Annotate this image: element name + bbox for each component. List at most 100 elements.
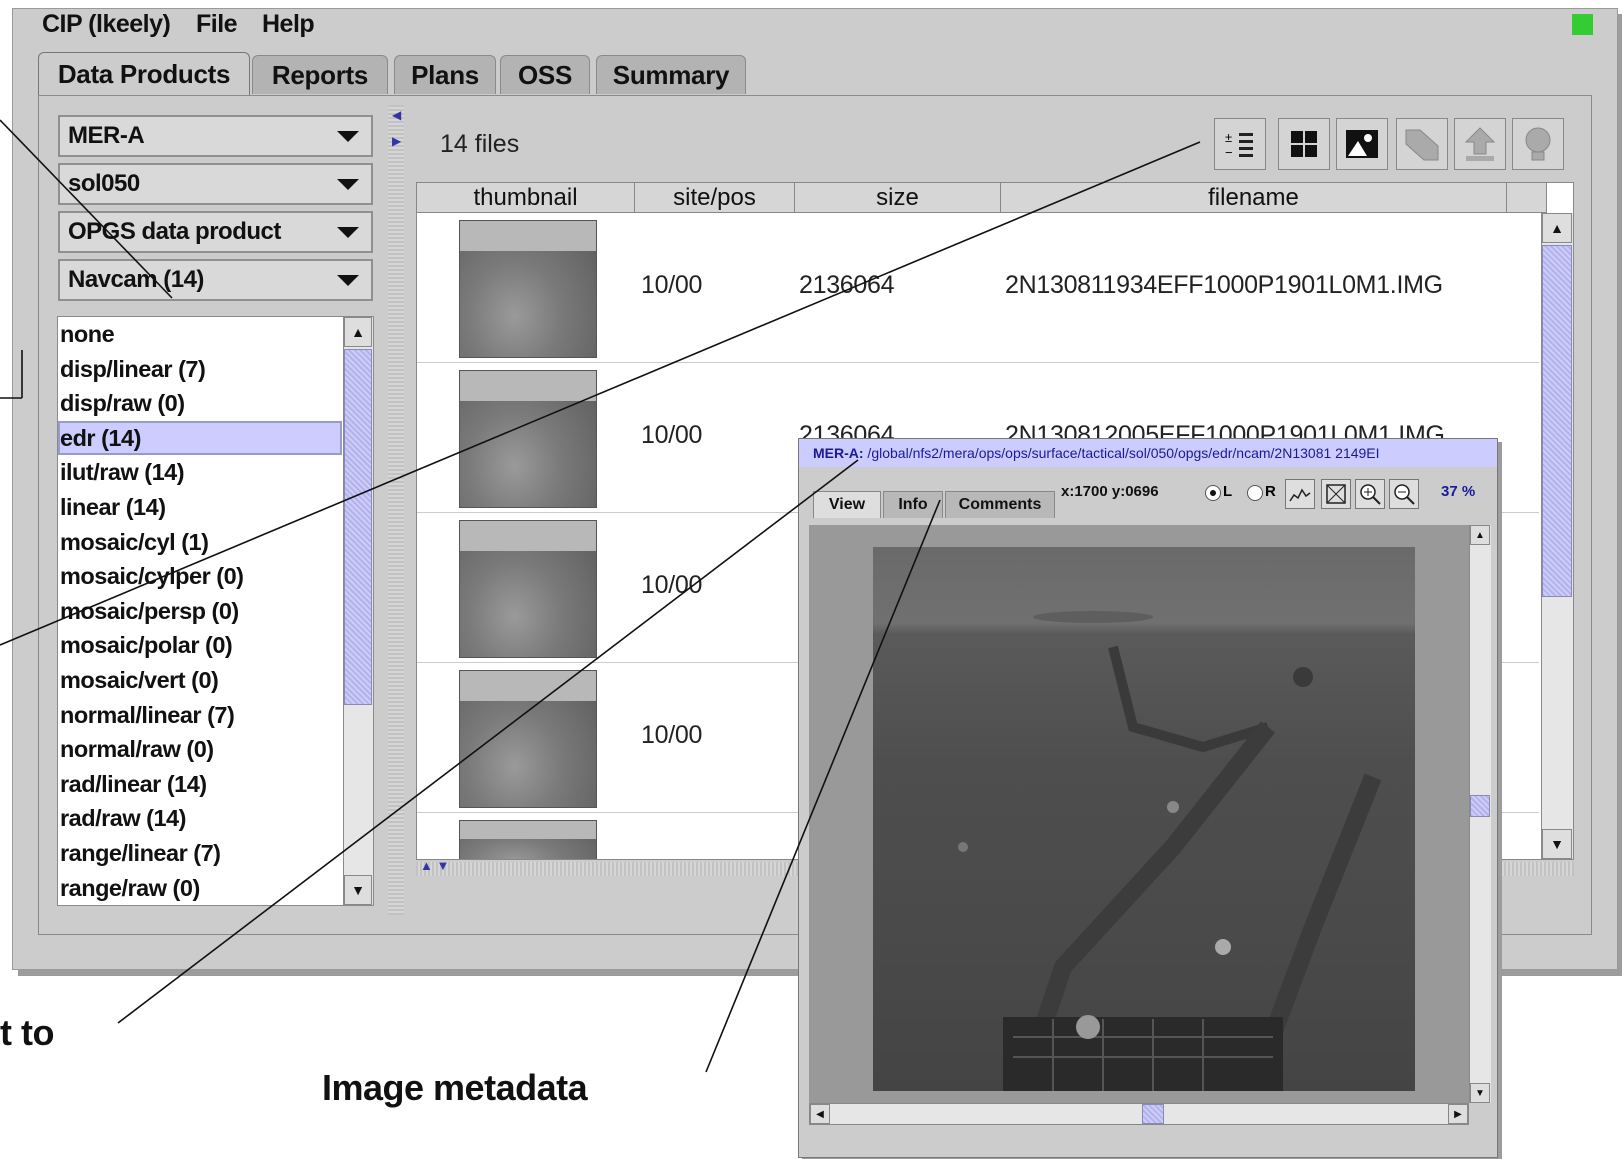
cell-site-pos: 10/00 [641,721,703,749]
zoom-level: 37 % [1441,483,1476,500]
sort-list-icon: ± − [1225,130,1253,159]
mission-select-value: MER-A [68,122,145,149]
tab-data-products[interactable]: Data Products [38,52,250,95]
cell-size: 2136064 [799,271,895,299]
viewer-tab-comments[interactable]: Comments [945,491,1055,518]
column-header-thumbnail[interactable]: thumbnail [417,183,635,213]
viewer-vscrollbar[interactable]: ▲ ▼ [1469,525,1491,1103]
eye-left-radio[interactable] [1205,485,1221,501]
tab-summary[interactable]: Summary [596,55,746,94]
list-item[interactable]: rad/linear (14) [58,767,342,802]
menu-file[interactable]: File [196,10,238,39]
upload-icon [1464,127,1496,161]
tab-reports[interactable]: Reports [252,55,388,94]
list-item[interactable]: disp/raw (0) [58,386,342,421]
column-header-filename[interactable]: filename [1001,183,1507,213]
splitter-arrows-icon[interactable]: ▲ ▼ [420,858,449,873]
scroll-down-icon[interactable]: ▼ [344,875,372,905]
list-item[interactable]: range/linear (7) [58,836,342,871]
instrument-select[interactable]: Navcam (14) [58,259,373,301]
svg-text:±: ± [1225,130,1232,145]
list-item[interactable]: rad/raw (14) [58,801,342,836]
zoom-in-icon [1360,484,1381,505]
list-item[interactable]: mosaic/persp (0) [58,594,342,629]
menu-app[interactable]: CIP (lkeely) [42,10,171,39]
mosaic-button[interactable] [1396,118,1448,170]
viewer-tab-view[interactable]: View [813,491,881,518]
cell-site-pos: 10/00 [641,571,703,599]
mosaic-icon [1405,129,1439,161]
upload-button[interactable] [1454,118,1506,170]
expand-right-icon[interactable]: ▶ [392,134,401,148]
list-item[interactable]: normal/linear (7) [58,698,342,733]
image-viewer-window: MER-A: /global/nfs2/mera/ops/ops/surface… [798,438,1498,1158]
scroll-down-icon[interactable]: ▼ [1470,1083,1490,1103]
file-table-scrollbar[interactable]: ▲ ▼ [1541,213,1573,859]
image-view-button[interactable] [1336,118,1388,170]
panel-splitter[interactable] [388,105,404,915]
list-item[interactable]: mosaic/cylper (0) [58,559,342,594]
tab-plans[interactable]: Plans [394,55,496,94]
list-item[interactable]: mosaic/cyl (1) [58,525,342,560]
histogram-button[interactable] [1285,479,1315,509]
scroll-thumb[interactable] [344,349,372,705]
list-item[interactable]: ilut/raw (14) [58,455,342,490]
tab-oss[interactable]: OSS [500,55,590,94]
scroll-up-icon[interactable]: ▲ [1470,525,1490,545]
scroll-up-icon[interactable]: ▲ [344,317,372,347]
viewer-path: /global/nfs2/mera/ops/ops/surface/tactic… [863,445,1380,461]
sol-select[interactable]: sol050 [58,163,373,205]
chevron-down-icon [337,131,359,142]
sort-list-button[interactable]: ± − [1214,118,1266,170]
thumbnail-image [459,670,597,808]
scroll-thumb[interactable] [1142,1104,1164,1124]
histogram-icon [1289,488,1311,502]
product-list-scrollbar[interactable]: ▲ ▼ [343,317,373,905]
product-list[interactable]: none disp/linear (7) disp/raw (0) edr (1… [57,316,374,906]
grid-view-icon [1291,131,1317,157]
sol-select-value: sol050 [68,170,140,197]
grid-view-button[interactable] [1278,118,1330,170]
list-item[interactable]: range/raw (0) [58,871,342,906]
list-item[interactable]: mosaic/polar (0) [58,628,342,663]
chevron-down-icon [337,275,359,286]
thumbnail-image [459,220,597,358]
eye-right-radio[interactable] [1247,485,1263,501]
mission-select[interactable]: MER-A [58,115,373,157]
list-item[interactable]: disp/linear (7) [58,352,342,387]
scroll-right-icon[interactable]: ▶ [1448,1104,1468,1124]
zoom-in-button[interactable] [1355,479,1385,509]
thumbnail-image [459,520,597,658]
cell-site-pos: 10/00 [641,271,703,299]
zoom-out-button[interactable] [1389,479,1419,509]
list-item[interactable]: mosaic/vert (0) [58,663,342,698]
file-count: 14 files [440,130,520,158]
column-header-site-pos[interactable]: site/pos [635,183,795,213]
list-item[interactable]: none [58,317,342,352]
column-header-size[interactable]: size [795,183,1001,213]
scroll-thumb[interactable] [1542,245,1572,597]
menu-help[interactable]: Help [262,10,315,39]
lightbulb-button[interactable] [1512,118,1564,170]
scroll-down-icon[interactable]: ▼ [1542,829,1572,859]
list-item-selected[interactable]: edr (14) [58,420,342,456]
chevron-down-icon [337,179,359,190]
scroll-thumb[interactable] [1470,795,1490,817]
viewer-tab-info[interactable]: Info [883,491,943,518]
eye-left-label: L [1223,483,1233,500]
viewer-hscrollbar[interactable]: ◀ ▶ [809,1103,1469,1125]
product-type-select[interactable]: OPGS data product [58,211,373,253]
cell-filename: 2N130811934EFF1000P1901L0M1.IMG [1005,271,1443,299]
eye-right-label: R [1265,483,1276,500]
cursor-coords: x:1700 y:0696 [1061,483,1159,500]
table-row[interactable]: 10/00 2136064 2N130811934EFF1000P1901L0M… [417,213,1539,363]
scroll-left-icon[interactable]: ◀ [810,1104,830,1124]
list-item[interactable]: normal/raw (0) [58,732,342,767]
column-header-corner [1507,183,1547,213]
list-item[interactable]: linear (14) [58,490,342,525]
fit-to-window-button[interactable] [1321,479,1351,509]
scroll-up-icon[interactable]: ▲ [1542,213,1572,243]
rover-tracks-image [958,611,1382,1091]
collapse-left-icon[interactable]: ◀ [392,108,401,122]
image-canvas[interactable] [809,525,1469,1119]
